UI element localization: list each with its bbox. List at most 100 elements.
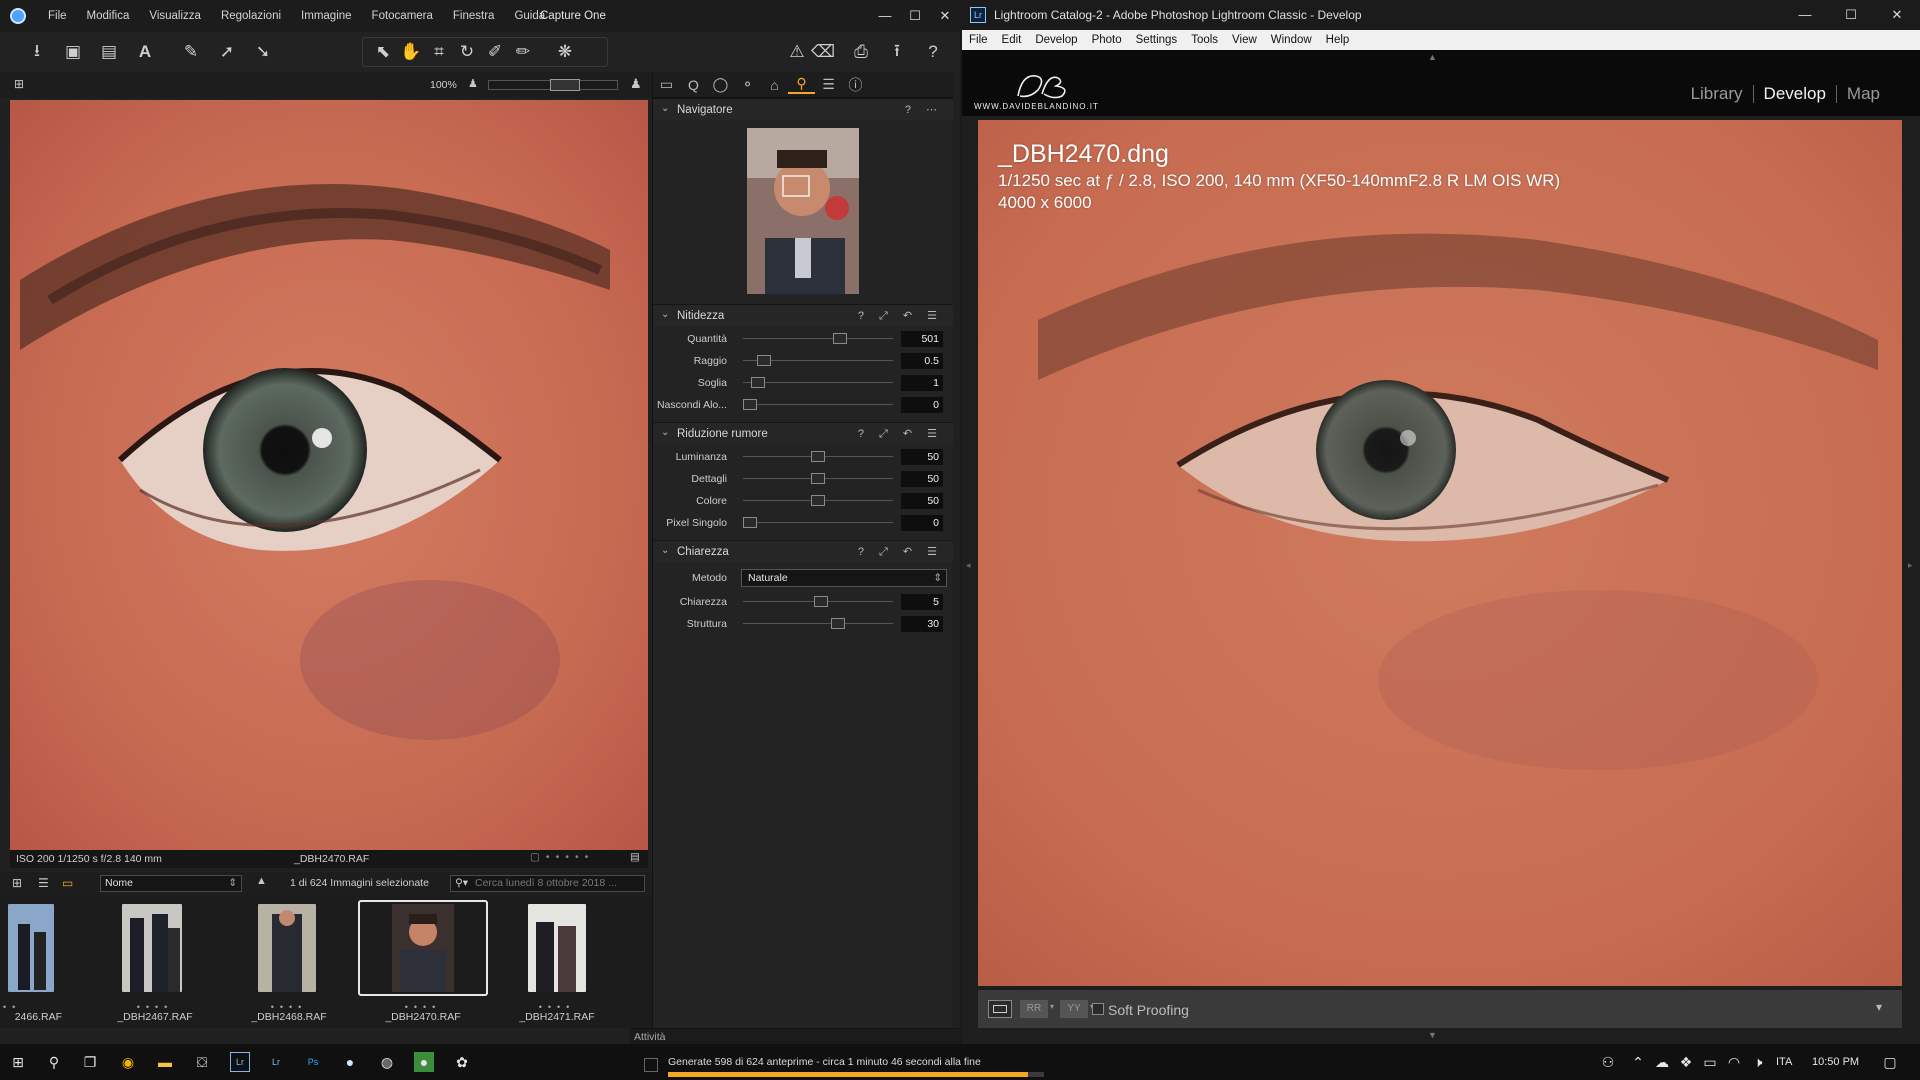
lightroom-icon[interactable]: Lr [266,1052,286,1072]
globe-icon[interactable]: ◍ [377,1052,397,1072]
thumbnail[interactable]: •••• _DBH2467.RAF [90,900,220,1024]
lr-menu-window[interactable]: Window [1264,34,1319,46]
slider-knob[interactable] [756,355,771,366]
value-field[interactable]: 501 [901,331,943,347]
help-icon[interactable]: ? [920,39,946,65]
battery-icon[interactable]: ▭ [1700,1052,1720,1072]
navigator-preview[interactable] [747,128,859,294]
slider-luminanza[interactable]: Luminanza 50 [653,448,953,466]
value-field[interactable]: 30 [901,616,943,632]
clock[interactable]: 10:50 PM [1812,1056,1859,1068]
slider-dettagli[interactable]: Dettagli 50 [653,470,953,488]
pan-hand-icon[interactable]: ✋ [399,39,423,65]
lr-menu-file[interactable]: File [962,34,995,46]
minimize-icon[interactable]: — [870,0,900,32]
tab-details-icon[interactable]: ⚲ [788,75,815,94]
cloud-icon[interactable]: ☁ [1652,1052,1672,1072]
c1-menu-visualizza[interactable]: Visualizza [139,10,211,22]
module-library[interactable]: Library [1681,84,1753,104]
lr-menu-help[interactable]: Help [1319,34,1357,46]
before-after-swap-icon[interactable]: YY [1060,1000,1088,1018]
maximize-icon[interactable]: ☐ [900,0,930,32]
lr-image-viewer[interactable]: _DBH2470.dng 1/1250 sec at ƒ / 2.8, ISO … [978,120,1902,986]
tab-color-icon[interactable]: ⚬ [734,76,761,93]
info-toggle-icon[interactable]: ▤ [630,851,640,863]
close-icon[interactable]: ✕ [1874,0,1920,30]
zoom-in-person-icon[interactable]: ♟ [630,76,642,92]
crop-icon[interactable]: ⌗ [427,39,451,65]
import-icon[interactable]: ⭳ [24,39,50,65]
slider-nascondi-alo[interactable]: Nascondi Alo... 0 [653,396,953,414]
close-icon[interactable]: ✕ [930,0,960,32]
thumbnail[interactable]: •••• 2466.RAF [0,900,68,1024]
capture-one-active-icon[interactable]: ● [414,1052,434,1072]
lr-menu-settings[interactable]: Settings [1129,34,1185,46]
value-field[interactable]: 50 [901,471,943,487]
before-after-icon[interactable]: RR [1020,1000,1048,1018]
task-view-icon[interactable]: ❐ [80,1052,100,1072]
value-field[interactable]: 0 [901,397,943,413]
notifications-icon[interactable]: ▢ [1880,1052,1900,1072]
thumbnail[interactable]: •••• _DBH2471.RAF [492,900,622,1024]
collapse-top-icon[interactable]: ▲ [1428,52,1437,62]
volume-muted-icon[interactable]: 🕨 [1748,1052,1768,1072]
slider-knob[interactable] [811,451,825,462]
c1-menu-finestra[interactable]: Finestra [443,10,505,22]
toolbar-menu-icon[interactable]: ▾ [1876,1000,1882,1014]
export-icon[interactable]: ⭱ [884,39,910,65]
noise-header[interactable]: ⌄ Riduzione rumore ? ⤢ ↶ ☰ [653,422,953,444]
lr-menu-photo[interactable]: Photo [1085,34,1129,46]
lr-menu-view[interactable]: View [1225,34,1264,46]
tab-output-icon[interactable]: ⓘ [842,75,869,95]
select-cursor-icon[interactable]: ⬉ [371,39,395,65]
live-view-icon[interactable]: ▤ [96,39,122,65]
mask-brush-icon[interactable]: ✏ [511,39,535,65]
c1-menu-file[interactable]: File [38,10,77,22]
module-develop[interactable]: Develop [1754,84,1836,104]
value-field[interactable]: 50 [901,449,943,465]
chevron-up-icon[interactable]: ⌃ [1628,1052,1648,1072]
section-actions[interactable]: ? ⋯ [905,103,943,116]
loupe-view-icon[interactable] [988,1000,1012,1018]
left-panel-toggle-icon[interactable]: ◂ [966,560,971,571]
windows-start-icon[interactable]: ⊞ [8,1052,28,1072]
slider-knob[interactable] [811,473,825,484]
zoom-out-person-icon[interactable]: ♟ [468,77,478,90]
text-tool-icon[interactable]: A [132,39,158,65]
thumbnail[interactable]: •••• _DBH2468.RAF [224,900,354,1024]
sharpness-header[interactable]: ⌄ Nitidezza ? ⤢ ↶ ☰ [653,304,953,326]
slider-quantita[interactable]: Quantità 501 [653,330,953,348]
section-actions[interactable]: ? ⤢ ↶ ☰ [858,427,943,441]
thumbnail-selected[interactable]: •••• _DBH2470.RAF [358,900,488,1024]
slider-struttura[interactable]: Struttura 30 [653,615,953,633]
slider-pixel-singolo[interactable]: Pixel Singolo 0 [653,514,953,532]
slider-knob[interactable] [743,517,757,528]
slider-knob[interactable] [813,596,828,607]
slider-knob[interactable] [831,618,846,629]
collapse-bottom-icon[interactable]: ▼ [1428,1030,1437,1040]
arrow-down-left-icon[interactable]: ➘ [250,39,276,65]
annotation-icon[interactable]: ❋ [553,39,577,65]
navigator-header[interactable]: ⌄ Navigatore ? ⋯ [653,98,953,120]
slider-raggio[interactable]: Raggio 0.5 [653,352,953,370]
rating-dots[interactable]: ▢••••• [530,851,594,863]
browser-list-icon[interactable]: ☰ [38,876,49,890]
warning-icon[interactable]: ⚠ [784,39,810,65]
photoshop-icon[interactable]: Ps [303,1052,323,1072]
c1-menu-fotocamera[interactable]: Fotocamera [362,10,443,22]
clarity-header[interactable]: ⌄ Chiarezza ? ⤢ ↶ ☰ [653,540,953,562]
rotate-icon[interactable]: ↻ [455,39,479,65]
wifi-icon[interactable]: ◠ [1724,1052,1744,1072]
slider-knob[interactable] [811,495,825,506]
method-select[interactable]: Naturale ⇕ [741,569,947,587]
capture-one-taskbar-icon[interactable]: ● [340,1052,360,1072]
capture-one-app-icon[interactable] [10,8,26,24]
search-input[interactable]: ⚲▾ Cerca lunedì 8 ottobre 2018 ... [450,875,645,892]
value-field[interactable]: 1 [901,375,943,391]
print-icon[interactable]: ⎙ [848,39,874,65]
section-actions[interactable]: ? ⤢ ↶ ☰ [858,545,943,559]
chevron-down-icon[interactable]: ▾ [1050,1002,1054,1011]
c1-menu-regolazioni[interactable]: Regolazioni [211,10,291,22]
input-language[interactable]: ITA [1776,1056,1792,1068]
people-icon[interactable]: ⚇ [1598,1052,1618,1072]
